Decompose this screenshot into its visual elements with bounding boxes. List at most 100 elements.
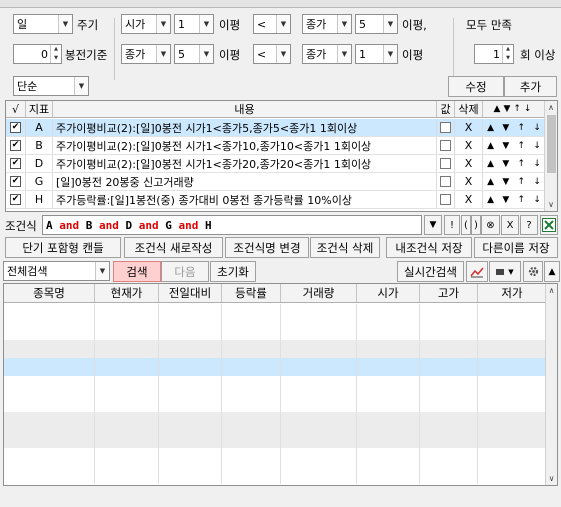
left-field-select-2[interactable]: 종가 ▼	[121, 44, 171, 64]
results-header-cell[interactable]: 등락률	[222, 284, 281, 302]
left-period-select-2[interactable]: 5 ▼	[174, 44, 214, 64]
results-row[interactable]	[4, 448, 547, 466]
left-field-select[interactable]: 시가 ▼	[121, 14, 171, 34]
scroll-up-icon[interactable]: ∧	[546, 284, 557, 297]
move-bottom-icon[interactable]: ▼	[502, 177, 509, 187]
results-header-cell[interactable]: 전일대비	[159, 284, 222, 302]
move-top-icon[interactable]: ▲	[487, 123, 494, 133]
condition-expression-input[interactable]: A and B and D and G and H	[42, 215, 422, 235]
indicator-row[interactable]: ✔ H 주가등락률:[일]1봉전(중) 종가대비 0봉전 종가등락률 10%이상 X ▲…	[6, 191, 546, 209]
results-header-cell[interactable]: 시가	[357, 284, 420, 302]
left-period-select[interactable]: 1 ▼	[174, 14, 214, 34]
search-button[interactable]: 검색	[113, 261, 161, 282]
spin-arrows-icon[interactable]: ▲ ▼	[50, 45, 61, 63]
row-delete-button[interactable]: X	[455, 119, 483, 136]
new-condition-button[interactable]: 조건식 새로작성	[124, 237, 223, 258]
scroll-down-icon[interactable]: ∨	[545, 198, 557, 211]
results-row[interactable]	[4, 322, 547, 340]
save-condition-button[interactable]: 내조건식 저장	[386, 237, 472, 258]
condition-token-button[interactable]: )	[471, 215, 481, 235]
row-checkbox[interactable]: ✔	[10, 194, 21, 205]
results-header-cell[interactable]: 거래량	[281, 284, 357, 302]
results-header-cell[interactable]: 종목명	[4, 284, 95, 302]
next-button[interactable]: 다음	[161, 261, 209, 282]
move-top-icon[interactable]: ▲	[487, 195, 494, 205]
rename-condition-button[interactable]: 조건식명 변경	[225, 237, 309, 258]
row-checkbox[interactable]: ✔	[10, 176, 21, 187]
reset-button[interactable]: 초기화	[210, 261, 256, 282]
results-row[interactable]	[4, 430, 547, 448]
spin-arrows-icon[interactable]: ▲ ▼	[502, 45, 513, 63]
indicator-row[interactable]: ✔ A 주가이평비교(2):[일]0봉전 시가1<종가5,종가5<종가1 1회이상 X…	[6, 119, 546, 137]
results-row[interactable]	[4, 376, 547, 394]
results-row[interactable]	[4, 340, 547, 358]
row-value-checkbox[interactable]	[440, 176, 451, 187]
indicator-scrollbar[interactable]: ∧ ∨	[544, 101, 557, 211]
condition-token-button[interactable]: ⊗	[481, 215, 500, 235]
condition-token-button[interactable]: !	[444, 215, 460, 235]
results-header-cell[interactable]: 현재가	[95, 284, 159, 302]
row-value-checkbox[interactable]	[440, 140, 451, 151]
right-period-select-2[interactable]: 1 ▼	[355, 44, 398, 64]
move-bottom-icon[interactable]: ▼	[502, 123, 509, 133]
row-delete-button[interactable]: X	[455, 173, 483, 190]
realtime-search-button[interactable]: 실시간검색	[397, 261, 464, 282]
excel-icon[interactable]	[540, 215, 558, 235]
right-period-select[interactable]: 5 ▼	[355, 14, 398, 34]
results-scrollbar[interactable]: ∧ ∨	[545, 284, 557, 485]
count-stepper[interactable]: 1 ▲ ▼	[474, 44, 514, 64]
move-up-icon[interactable]: ↑	[518, 159, 526, 169]
move-up-icon[interactable]: ↑	[518, 195, 526, 205]
display-mode-select[interactable]: ▼	[489, 261, 521, 282]
scroll-thumb[interactable]	[547, 115, 556, 173]
move-up-icon[interactable]: ↑	[518, 141, 526, 151]
move-bottom-icon[interactable]: ▼	[502, 141, 509, 151]
add-button[interactable]: 추가	[504, 76, 557, 97]
row-checkbox[interactable]: ✔	[10, 122, 21, 133]
collapse-up-icon[interactable]: ▲	[544, 261, 560, 282]
results-row[interactable]	[4, 394, 547, 412]
operator-select-2[interactable]: < ▼	[253, 44, 291, 64]
row-delete-button[interactable]: X	[455, 155, 483, 172]
results-row[interactable]	[4, 412, 547, 430]
scroll-down-icon[interactable]: ∨	[546, 472, 557, 485]
row-value-checkbox[interactable]	[440, 122, 451, 133]
row-value-checkbox[interactable]	[440, 158, 451, 169]
row-value-checkbox[interactable]	[440, 194, 451, 205]
move-down-icon[interactable]: ↓	[533, 177, 541, 187]
condition-dropdown-button[interactable]: ▼	[424, 215, 442, 235]
operator-select[interactable]: < ▼	[253, 14, 291, 34]
results-row[interactable]	[4, 358, 547, 376]
move-top-icon[interactable]: ▲	[487, 141, 494, 151]
condition-token-button[interactable]: ?	[520, 215, 538, 235]
move-up-icon[interactable]: ↑	[518, 123, 526, 133]
move-down-icon[interactable]: ↓	[533, 159, 541, 169]
move-bottom-icon[interactable]: ▼	[502, 159, 509, 169]
indicator-row[interactable]: ✔ B 주가이평비교(2):[일]0봉전 시가1<종가10,종가10<종가1 1회이…	[6, 137, 546, 155]
move-bottom-icon[interactable]: ▼	[502, 195, 509, 205]
results-row[interactable]	[4, 304, 547, 322]
save-as-button[interactable]: 다른이름 저장	[474, 237, 558, 258]
condition-token-button[interactable]: X	[501, 215, 519, 235]
row-checkbox[interactable]: ✔	[10, 158, 21, 169]
mode-select[interactable]: 단순 ▼	[13, 76, 89, 96]
right-field-select[interactable]: 종가 ▼	[302, 14, 352, 34]
row-delete-button[interactable]: X	[455, 191, 483, 208]
indicator-row[interactable]: ✔ D 주가이평비교(2):[일]0봉전 시가1<종가20,종가20<종가1 1회이…	[6, 155, 546, 173]
condition-token-button[interactable]: (	[461, 215, 471, 235]
results-header-cell[interactable]: 고가	[420, 284, 478, 302]
short-candle-button[interactable]: 단기 포함형 캔들	[5, 237, 121, 258]
gear-icon[interactable]	[523, 261, 543, 282]
scroll-up-icon[interactable]: ∧	[545, 101, 557, 114]
results-header-cell[interactable]: 저가	[478, 284, 547, 302]
base-bar-stepper[interactable]: 0 ▲ ▼	[13, 44, 62, 64]
right-field-select-2[interactable]: 종가 ▼	[302, 44, 352, 64]
edit-button[interactable]: 수정	[448, 76, 504, 97]
move-top-icon[interactable]: ▲	[487, 159, 494, 169]
row-delete-button[interactable]: X	[455, 137, 483, 154]
row-checkbox[interactable]: ✔	[10, 140, 21, 151]
delete-condition-button[interactable]: 조건식 삭제	[310, 237, 380, 258]
search-scope-select[interactable]: 전체검색 ▼	[3, 261, 110, 281]
move-down-icon[interactable]: ↓	[533, 123, 541, 133]
chart-icon[interactable]	[466, 261, 488, 282]
